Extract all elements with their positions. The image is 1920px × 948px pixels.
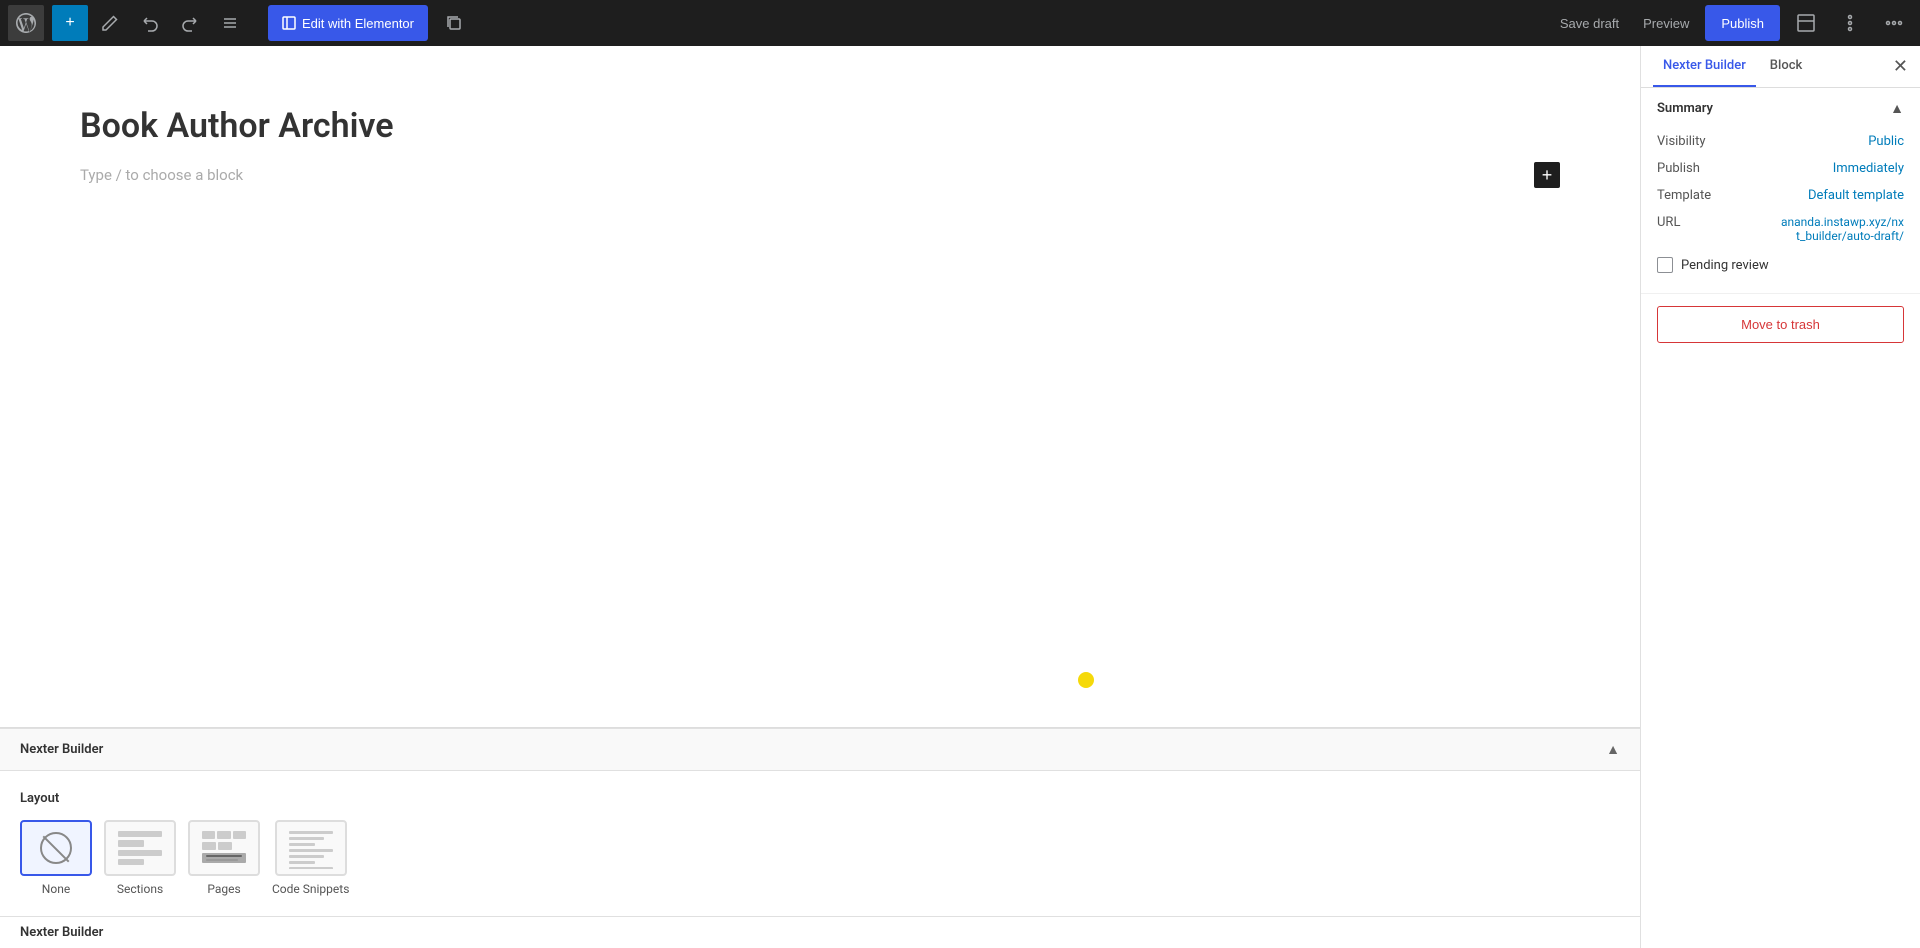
wordpress-logo bbox=[8, 5, 44, 41]
sidebar-section-title: Summary bbox=[1657, 101, 1713, 116]
bottom-bar-label: Nexter Builder bbox=[20, 925, 103, 940]
layout-label: Layout bbox=[20, 791, 1620, 806]
publish-value[interactable]: Immediately bbox=[1833, 161, 1904, 176]
layout-option-none-label: None bbox=[42, 882, 70, 896]
pages-row-2 bbox=[202, 842, 246, 850]
edit-tool-btn[interactable] bbox=[92, 5, 128, 41]
bottom-panel-title: Nexter Builder bbox=[20, 742, 103, 757]
layout-option-code-snippets[interactable]: Code Snippets bbox=[272, 820, 349, 896]
sidebar-section-header: Summary ▲ bbox=[1657, 100, 1904, 116]
pending-review-row: Pending review bbox=[1657, 249, 1904, 281]
editor-area: Book Author Archive Type / to choose a b… bbox=[0, 46, 1640, 948]
layout-option-sections-label: Sections bbox=[117, 882, 163, 896]
template-value[interactable]: Default template bbox=[1808, 188, 1904, 203]
pages-preview bbox=[198, 827, 250, 869]
code-line-4 bbox=[289, 849, 333, 852]
top-toolbar: + Edit with Elementor Save draft Preview… bbox=[0, 0, 1920, 46]
url-row: URL ananda.instawp.xyz/nx t_builder/auto… bbox=[1657, 209, 1904, 249]
sidebar-section-collapse-btn[interactable]: ▲ bbox=[1890, 100, 1904, 116]
chevron-up-icon: ▲ bbox=[1606, 741, 1620, 758]
tab-block[interactable]: Block bbox=[1760, 46, 1812, 87]
sections-bar-4 bbox=[118, 859, 144, 865]
sections-bar-1 bbox=[118, 831, 162, 837]
sections-bar-2 bbox=[118, 840, 144, 846]
save-draft-btn[interactable]: Save draft bbox=[1552, 10, 1627, 37]
post-title[interactable]: Book Author Archive bbox=[80, 106, 1560, 146]
none-icon bbox=[40, 832, 72, 864]
more-options-btn[interactable] bbox=[1876, 5, 1912, 41]
pages-row-1 bbox=[202, 831, 246, 839]
pages-box-2 bbox=[217, 831, 230, 839]
url-value[interactable]: ananda.instawp.xyz/nx t_builder/auto-dra… bbox=[1764, 215, 1904, 243]
pending-review-label: Pending review bbox=[1681, 258, 1769, 273]
placeholder-text: Type / to choose a block bbox=[80, 166, 243, 184]
sections-preview bbox=[114, 827, 166, 869]
bottom-panel-body: Layout None bbox=[0, 771, 1640, 916]
layout-option-pages-label: Pages bbox=[207, 882, 240, 896]
sidebar-summary-section: Summary ▲ Visibility Public Publish Imme… bbox=[1641, 88, 1920, 294]
sections-bar-3 bbox=[118, 850, 162, 856]
url-label: URL bbox=[1657, 215, 1680, 230]
block-placeholder: Type / to choose a block + bbox=[80, 162, 1560, 188]
add-block-toolbar-btn[interactable]: + bbox=[52, 5, 88, 41]
pages-box-5 bbox=[218, 842, 232, 850]
publish-row: Publish Immediately bbox=[1657, 155, 1904, 182]
layout-view-btn[interactable] bbox=[1788, 5, 1824, 41]
add-block-inline-btn[interactable]: + bbox=[1534, 162, 1560, 188]
pages-box-1 bbox=[202, 831, 215, 839]
code-line-3 bbox=[289, 843, 315, 846]
code-line-6 bbox=[289, 861, 315, 864]
layout-option-none-box bbox=[20, 820, 92, 876]
code-line-1 bbox=[289, 831, 333, 834]
bottom-panel: Nexter Builder ▲ Layout None bbox=[0, 728, 1640, 916]
sidebar-close-btn[interactable]: ✕ bbox=[1893, 56, 1908, 77]
tools-btn[interactable] bbox=[1832, 5, 1868, 41]
preview-btn[interactable]: Preview bbox=[1635, 10, 1697, 37]
elementor-btn-label: Edit with Elementor bbox=[302, 16, 414, 31]
code-preview bbox=[285, 827, 337, 869]
publish-label: Publish bbox=[1657, 161, 1700, 176]
move-to-trash-btn[interactable]: Move to trash bbox=[1657, 306, 1904, 343]
pending-review-checkbox[interactable] bbox=[1657, 257, 1673, 273]
editor-content: Book Author Archive Type / to choose a b… bbox=[0, 46, 1640, 727]
layout-options: None Sections bbox=[20, 820, 1620, 896]
layout-option-sections-box bbox=[104, 820, 176, 876]
layout-option-code-snippets-label: Code Snippets bbox=[272, 882, 349, 896]
pages-box-3 bbox=[233, 831, 246, 839]
visibility-label: Visibility bbox=[1657, 134, 1706, 149]
right-sidebar: Nexter Builder Block ✕ Summary ▲ Visibil… bbox=[1640, 46, 1920, 948]
code-line-5 bbox=[289, 855, 324, 858]
copy-btn[interactable] bbox=[436, 5, 472, 41]
layout-option-pages[interactable]: Pages bbox=[188, 820, 260, 896]
layout-option-none[interactable]: None bbox=[20, 820, 92, 896]
code-line-2 bbox=[289, 837, 324, 840]
pages-box-4 bbox=[202, 842, 216, 850]
main-layout: Book Author Archive Type / to choose a b… bbox=[0, 46, 1920, 948]
sidebar-tabs: Nexter Builder Block ✕ bbox=[1641, 46, 1920, 88]
template-label: Template bbox=[1657, 188, 1711, 203]
block-list-btn[interactable] bbox=[212, 5, 248, 41]
code-line-7 bbox=[289, 867, 333, 869]
bottom-panel-header[interactable]: Nexter Builder ▲ bbox=[0, 729, 1640, 771]
undo-btn[interactable] bbox=[132, 5, 168, 41]
visibility-value[interactable]: Public bbox=[1868, 134, 1904, 149]
layout-option-pages-box bbox=[188, 820, 260, 876]
publish-btn[interactable]: Publish bbox=[1705, 5, 1780, 41]
bottom-bar: Nexter Builder bbox=[0, 916, 1640, 948]
pages-row-3 bbox=[202, 853, 246, 863]
layout-option-code-snippets-box bbox=[275, 820, 347, 876]
redo-btn[interactable] bbox=[172, 5, 208, 41]
tab-nexter-builder[interactable]: Nexter Builder bbox=[1653, 46, 1756, 87]
visibility-row: Visibility Public bbox=[1657, 128, 1904, 155]
template-row: Template Default template bbox=[1657, 182, 1904, 209]
edit-with-elementor-btn[interactable]: Edit with Elementor bbox=[268, 5, 428, 41]
layout-option-sections[interactable]: Sections bbox=[104, 820, 176, 896]
